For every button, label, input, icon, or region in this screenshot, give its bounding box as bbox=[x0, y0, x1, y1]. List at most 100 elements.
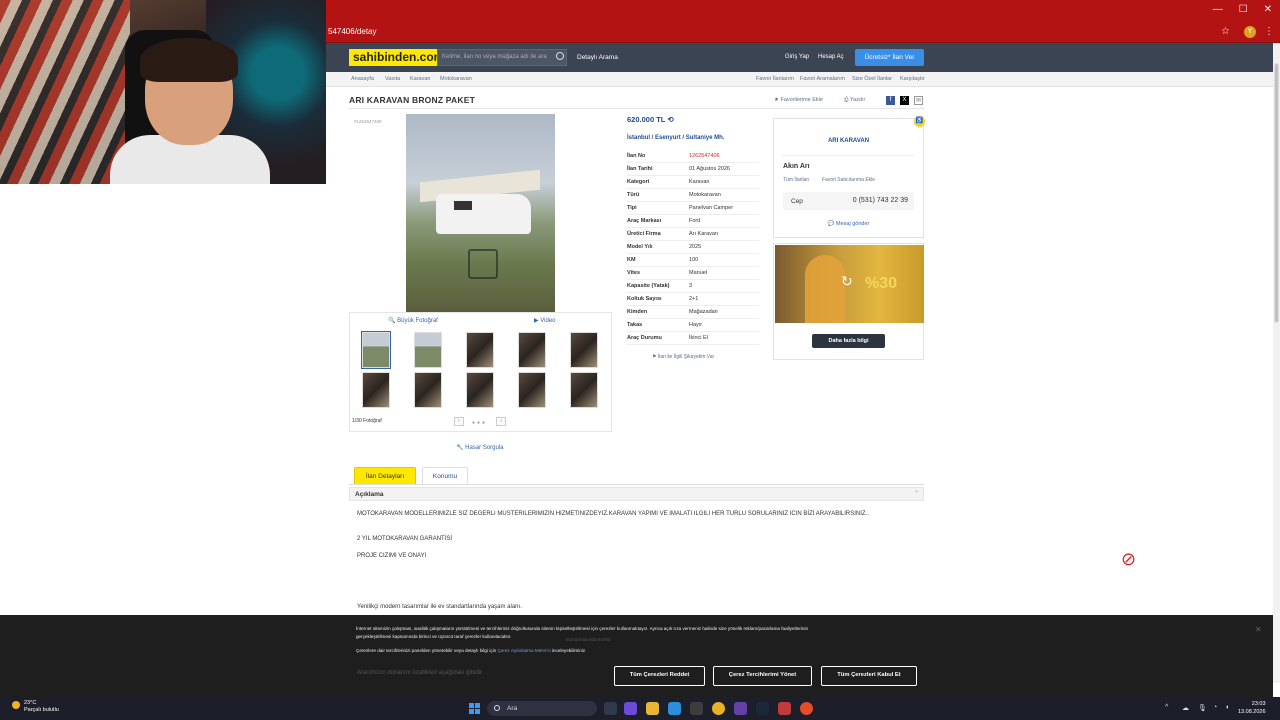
tray-app-icon[interactable]: ☁ bbox=[1182, 704, 1189, 712]
site-logo[interactable]: sahibinden.com bbox=[349, 49, 449, 66]
close-icon[interactable]: ✕ bbox=[1264, 4, 1272, 15]
video-link[interactable]: ▶ Video bbox=[534, 317, 556, 324]
chevron-up-icon[interactable]: ⌃ bbox=[914, 490, 919, 497]
maximize-icon[interactable]: ☐ bbox=[1239, 4, 1248, 15]
thumbnail[interactable] bbox=[518, 372, 546, 408]
taskbar-search[interactable]: Ara bbox=[487, 701, 597, 716]
chrome-active-icon[interactable] bbox=[800, 702, 813, 715]
breadcrumb-item[interactable]: Vasıta bbox=[385, 76, 400, 82]
breadcrumb-item[interactable]: Karavan bbox=[410, 76, 431, 82]
seller-card: ARI KARAVAN Akın Arı Tüm İlanları Favori… bbox=[773, 118, 924, 238]
system-clock[interactable]: 23:03 13.08.2026 bbox=[1238, 700, 1266, 716]
breadcrumb-item[interactable]: Motokaravan bbox=[440, 76, 472, 82]
ad-banner[interactable]: %30 ↻ Daha fazla bilgi bbox=[773, 243, 924, 360]
post-ad-button[interactable]: Ücretsiz* İlan Ver bbox=[855, 49, 924, 66]
page-scrollbar[interactable] bbox=[1273, 43, 1280, 683]
breadcrumb-item[interactable]: Anasayfa bbox=[351, 76, 374, 82]
manage-cookies-button[interactable]: Çerez Tercihlerimi Yönet bbox=[713, 666, 812, 686]
copilot-icon[interactable] bbox=[624, 702, 637, 715]
thumbnail[interactable] bbox=[570, 332, 598, 368]
ad-figure bbox=[805, 255, 845, 323]
store-name[interactable]: ARI KARAVAN bbox=[774, 138, 923, 144]
twitch-icon[interactable] bbox=[734, 702, 747, 715]
location-neighborhood[interactable]: Sultaniye Mh. bbox=[686, 135, 725, 141]
edge-icon[interactable] bbox=[668, 702, 681, 715]
search-input[interactable]: Kelime, ilan no veya mağaza adı ile ara bbox=[437, 49, 567, 66]
location-district[interactable]: Esenyurt bbox=[655, 135, 681, 141]
damage-query-link[interactable]: 🔧 Hasar Sorgula bbox=[456, 444, 504, 451]
cookie-policy-link[interactable]: Çerez Aydınlatma Metni'ni bbox=[497, 648, 550, 653]
bookmark-star-icon[interactable]: ☆ bbox=[1221, 26, 1230, 37]
microphone-icon[interactable]: 🎙 bbox=[1198, 704, 1207, 712]
volume-icon[interactable]: ◖ bbox=[1225, 704, 1229, 711]
thumbnail[interactable] bbox=[518, 332, 546, 368]
close-icon[interactable]: ✕ bbox=[1255, 625, 1262, 634]
info-row: Takas Hayır bbox=[627, 319, 759, 332]
app-icon[interactable] bbox=[778, 702, 791, 715]
scrollbar-thumb[interactable] bbox=[1274, 63, 1279, 323]
login-link[interactable]: Giriş Yap bbox=[785, 54, 809, 60]
thumbnail[interactable] bbox=[466, 332, 494, 368]
all-ads-link[interactable]: Tüm İlanları bbox=[783, 177, 809, 183]
add-favorite-link[interactable]: ★ Favorilerime Ekle bbox=[774, 97, 823, 103]
tab-location[interactable]: Konumu bbox=[422, 467, 468, 484]
thumbnail[interactable] bbox=[570, 372, 598, 408]
info-value: Motokaravan bbox=[689, 192, 721, 198]
replay-icon[interactable]: ↻ bbox=[841, 273, 853, 290]
price-history-icon[interactable]: ⟲ bbox=[667, 115, 673, 124]
minimize-icon[interactable]: — bbox=[1213, 4, 1223, 15]
wifi-icon[interactable]: ◔ bbox=[1213, 704, 1217, 711]
windows-start-icon[interactable] bbox=[469, 703, 480, 714]
reject-cookies-button[interactable]: Tüm Çerezleri Reddet bbox=[614, 666, 705, 686]
listing-id: #1262547406 bbox=[354, 119, 382, 124]
ad-more-info-button[interactable]: Daha fazla bilgi bbox=[812, 334, 885, 348]
big-photo-link[interactable]: 🔍 Büyük Fotoğraf bbox=[388, 317, 438, 324]
thumbnail[interactable] bbox=[362, 372, 390, 408]
special-ads-link[interactable]: Size Özel İlanlar bbox=[852, 76, 892, 82]
thumbnail[interactable] bbox=[361, 331, 391, 369]
thumbnail[interactable] bbox=[414, 332, 442, 368]
x-icon[interactable]: X bbox=[900, 96, 909, 105]
accessibility-icon[interactable]: ♿ bbox=[914, 116, 925, 127]
prev-photo-button[interactable]: ‹ bbox=[454, 417, 464, 426]
chrome-icon[interactable] bbox=[712, 702, 725, 715]
ad-image[interactable]: %30 ↻ bbox=[775, 245, 924, 323]
info-value: 1262547406 bbox=[689, 153, 720, 159]
browser-menu-icon[interactable]: ⋮ bbox=[1264, 26, 1274, 37]
advanced-search-link[interactable]: Detaylı Arama bbox=[577, 54, 618, 61]
weather-icon[interactable] bbox=[12, 701, 20, 709]
url-text[interactable]: 547406/detay bbox=[328, 27, 377, 36]
profile-avatar[interactable]: Y bbox=[1244, 26, 1256, 38]
store-icon[interactable] bbox=[690, 702, 703, 715]
phone-box: Cep 0 (531) 743 22 39 bbox=[783, 192, 914, 210]
thumbnail[interactable] bbox=[414, 372, 442, 408]
steam-icon[interactable] bbox=[756, 702, 769, 715]
next-photo-button[interactable]: › bbox=[496, 417, 506, 426]
thumbnail[interactable] bbox=[466, 372, 494, 408]
send-message-link[interactable]: 💬 Mesaj gönder bbox=[774, 221, 923, 227]
favorite-searches-link[interactable]: Favori Aramalarım bbox=[800, 76, 845, 82]
van-shape bbox=[436, 194, 531, 234]
compare-link[interactable]: Karşılaştır bbox=[900, 76, 925, 82]
location-city[interactable]: İstanbul bbox=[627, 135, 650, 141]
price-value: 620.000 TL bbox=[627, 115, 666, 124]
add-favorite-seller-link[interactable]: Favori Satıcılarıma Ekle bbox=[822, 177, 875, 183]
description-header[interactable]: Açıklama ⌃ bbox=[349, 487, 924, 501]
file-explorer-icon[interactable] bbox=[646, 702, 659, 715]
accept-cookies-button[interactable]: Tüm Çerezleri Kabul Et bbox=[821, 666, 917, 686]
register-link[interactable]: Hesap Aç bbox=[818, 54, 844, 60]
task-view-icon[interactable] bbox=[604, 702, 617, 715]
phone-number[interactable]: 0 (531) 743 22 39 bbox=[853, 197, 908, 204]
main-photo[interactable] bbox=[406, 114, 555, 312]
tab-listing-details[interactable]: İlan Detayları bbox=[354, 467, 416, 484]
complaint-link[interactable]: ⚑ İlan ile İlgili Şikayetim Var bbox=[652, 354, 714, 360]
search-icon[interactable] bbox=[556, 52, 564, 60]
mail-icon[interactable]: ✉ bbox=[914, 96, 923, 105]
favorite-ads-link[interactable]: Favori İlanlarım bbox=[756, 76, 794, 82]
weather-widget[interactable]: 23°C Parçalı bulutlu bbox=[24, 700, 59, 714]
info-row: KM 100 bbox=[627, 254, 759, 267]
print-link[interactable]: ⎙ Yazdır bbox=[844, 97, 865, 104]
tray-chevron-icon[interactable]: ^ bbox=[1165, 704, 1168, 711]
facebook-icon[interactable]: f bbox=[886, 96, 895, 105]
damage-query-label: Hasar Sorgula bbox=[465, 445, 504, 451]
